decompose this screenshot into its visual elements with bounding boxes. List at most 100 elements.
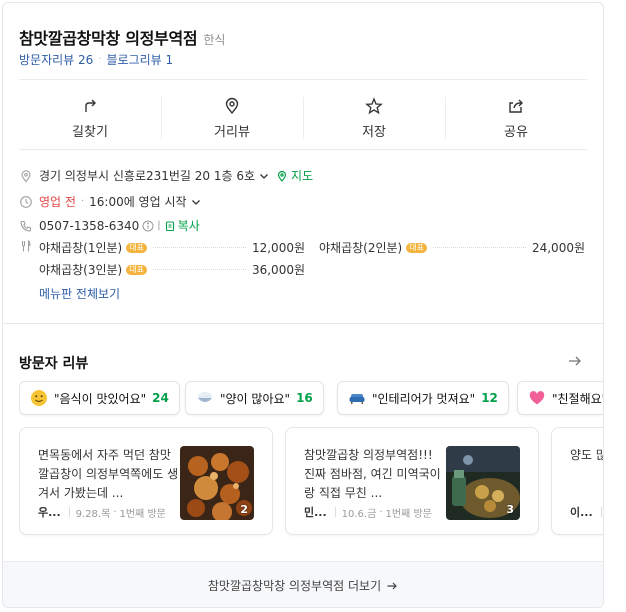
keyword-label: "양이 많아요": [220, 391, 291, 406]
save-button[interactable]: 저장: [303, 87, 445, 149]
save-label: 저장: [362, 124, 386, 140]
heart-icon: [529, 391, 545, 405]
share-icon: [509, 99, 523, 113]
street-view-label: 거리뷰: [214, 124, 250, 140]
review-date: 10.6.금: [341, 508, 377, 520]
separator-bar: [334, 507, 336, 517]
share-button[interactable]: 공유: [445, 87, 587, 149]
review-card[interactable]: 참맛깔곱창 의정부역점!!! 진짜 점바점, 여긴 미역국이랑 직접 무친 ..…: [285, 427, 539, 535]
leader-line: [432, 247, 526, 248]
blog-review-link[interactable]: 블로그리뷰 1: [106, 51, 173, 68]
hours-row: 영업 전 · 16:00에 영업 시작: [19, 193, 202, 210]
menu-item: 야채곱창(3인분) 대표 36,000원: [39, 261, 305, 278]
separator-bar: [600, 507, 602, 517]
copy-icon: [165, 220, 174, 231]
directions-icon: [85, 99, 96, 112]
sofa-icon: [349, 394, 365, 404]
review-card[interactable]: 면목동에서 자주 먹던 참맛깔곱창이 의정부역쪽에도 생겨서 가봤는데 ... …: [19, 427, 273, 535]
keyword-label: "음식이 맛있어요": [54, 391, 147, 406]
directions-label: 길찾기: [72, 124, 108, 140]
review-text: 참맛깔곱창 의정부역점!!! 진짜 점바점, 여긴 미역국이랑 직접 무친 ..…: [304, 448, 441, 500]
review-meta: 이...: [570, 504, 603, 520]
separator-dot: ·: [80, 196, 85, 207]
photo-count: 3: [506, 503, 514, 516]
separator-dot: ·: [113, 506, 117, 518]
chevron-down-icon[interactable]: [190, 196, 202, 208]
keyword-count: 16: [296, 391, 313, 405]
place-name: 참맛깔곱창막창 의정부역점: [19, 29, 198, 48]
location-pin-icon: [19, 169, 33, 183]
visitor-review-link[interactable]: 방문자리뷰 26: [19, 51, 93, 68]
review-date: 9.28.목: [75, 508, 111, 520]
section-divider: [3, 323, 603, 324]
menu-item-name: 야채곱창(1인분): [39, 241, 123, 255]
business-status: 영업 전: [39, 195, 76, 209]
leader-line: [152, 247, 246, 248]
menu-item-price: 36,000원: [251, 263, 305, 277]
keyword-label: "인테리어가 멋져요": [372, 391, 476, 406]
fork-knife-icon: [19, 239, 33, 256]
leader-line: [152, 269, 246, 270]
review-carousel: 면목동에서 자주 먹던 참맛깔곱창이 의정부역쪽에도 생겨서 가봤는데 ... …: [19, 427, 603, 539]
more-place-link[interactable]: 참맛깔곱창막창 의정부역점 더보기: [3, 561, 603, 607]
review-text: 양도 많고!!!파... 었어용: [570, 448, 603, 462]
review-meta: 민... 10.6.금 · 1번째 방문: [304, 504, 432, 520]
smile-emoji-icon: [31, 390, 47, 406]
clock-icon: [19, 195, 33, 209]
divider: [19, 149, 587, 150]
menu-all-link[interactable]: 메뉴판 전체보기: [39, 285, 120, 302]
separator-bar: [68, 507, 70, 517]
visit-count: 1번째 방문: [119, 508, 166, 520]
review-meta: 우... 9.28.목 · 1번째 방문: [38, 504, 166, 520]
visitor-review-title: 방문자 리뷰: [19, 356, 89, 372]
keyword-chip[interactable]: "친절해요": [517, 381, 603, 415]
menu-item-price: 24,000원: [531, 241, 585, 255]
separator-bar: |: [157, 220, 161, 231]
directions-button[interactable]: 길찾기: [19, 87, 161, 149]
phone-icon: [19, 219, 33, 233]
place-card: 참맛깔곱창막창 의정부역점 한식 방문자리뷰 26 · 블로그리뷰 1 길찾기 …: [2, 2, 604, 608]
review-card[interactable]: 양도 많고!!!파... 었어용 이...: [551, 427, 603, 535]
rice-bowl-icon: [198, 392, 212, 402]
info-icon[interactable]: [142, 220, 154, 232]
arrow-right-icon[interactable]: [567, 353, 583, 369]
map-pin-icon: [277, 170, 287, 182]
arrow-right-icon: [387, 582, 397, 589]
copy-button[interactable]: 복사: [178, 217, 200, 234]
menu-item-name: 야채곱창(3인분): [39, 263, 123, 277]
divider: [19, 79, 587, 80]
place-header: 참맛깔곱창막창 의정부역점 한식: [19, 25, 225, 49]
keyword-chip[interactable]: "음식이 맛있어요" 24: [19, 381, 180, 415]
menu-item: 야채곱창(2인분) 대표 24,000원: [319, 239, 585, 256]
signature-badge: 대표: [126, 264, 147, 275]
menu-item-price: 12,000원: [251, 241, 305, 255]
keyword-count: 24: [152, 391, 169, 405]
location-pin-icon: [225, 97, 239, 114]
reviewer-nickname: 이...: [570, 506, 593, 519]
review-text: 면목동에서 자주 먹던 참맛깔곱창이 의정부역쪽에도 생겨서 가봤는데 ...: [38, 448, 179, 500]
street-view-button[interactable]: 거리뷰: [161, 87, 303, 149]
separator-dot: ·: [98, 54, 102, 65]
review-photo[interactable]: 3: [446, 446, 520, 520]
address-text: 경기 의정부시 신흥로231번길 20 1층 6호: [39, 169, 256, 183]
action-bar: 길찾기 거리뷰 저장 공유: [19, 87, 587, 149]
separator-dot: ·: [379, 506, 383, 518]
review-links: 방문자리뷰 26 · 블로그리뷰 1: [19, 51, 173, 68]
photo-count: 2: [240, 503, 248, 516]
menu-item: 야채곱창(1인분) 대표 12,000원: [39, 239, 305, 256]
star-icon: [365, 96, 383, 114]
phone-row: 0507-1358-6340 | 복사: [19, 217, 200, 234]
keyword-chip[interactable]: "인테리어가 멋져요" 12: [337, 381, 509, 415]
more-place-label: 참맛깔곱창막창 의정부역점 더보기: [207, 579, 382, 593]
reviewer-nickname: 우...: [38, 506, 61, 519]
phone-number: 0507-1358-6340: [39, 218, 140, 233]
keyword-count: 12: [481, 391, 498, 405]
signature-badge: 대표: [406, 242, 427, 253]
place-category: 한식: [203, 33, 226, 47]
review-photo[interactable]: 2: [180, 446, 254, 520]
keyword-chip[interactable]: "양이 많아요" 16: [185, 381, 324, 415]
address-row: 경기 의정부시 신흥로231번길 20 1층 6호 지도: [19, 167, 313, 184]
map-link[interactable]: 지도: [291, 167, 313, 184]
chevron-down-icon[interactable]: [258, 170, 270, 182]
share-label: 공유: [504, 124, 528, 140]
